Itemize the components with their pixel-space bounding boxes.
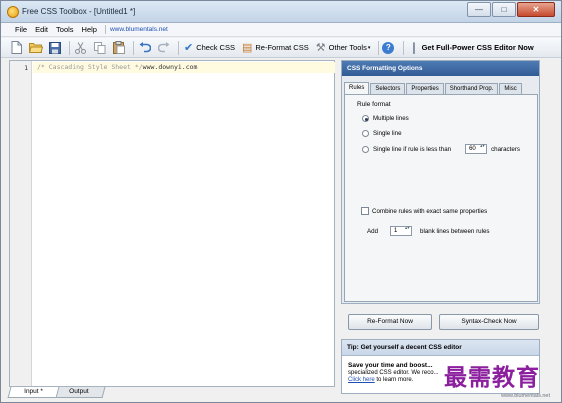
get-editor-label: Get Full-Power CSS Editor Now — [421, 43, 534, 52]
tab-rules[interactable]: Rules — [344, 82, 370, 94]
open-folder-icon[interactable] — [28, 40, 43, 55]
menu-divider — [104, 25, 106, 34]
tab-misc[interactable]: Misc — [499, 83, 522, 94]
tip-header: Tip: Get yourself a decent CSS editor — [342, 340, 539, 356]
title-bar[interactable]: Free CSS Toolbox - [Untitled1 *] — □ ✕ — [1, 1, 561, 23]
dropdown-arrow-icon: ▾ — [367, 44, 371, 51]
menu-help[interactable]: Help — [78, 25, 101, 34]
single-line-if-label: Single line if rule is less than — [373, 145, 452, 153]
get-editor-button[interactable]: ❘ Get Full-Power CSS Editor Now — [407, 40, 535, 56]
window-title: Free CSS Toolbox - [Untitled1 *] — [22, 7, 136, 16]
formatting-options-panel: CSS Formatting Options Rules Selectors P… — [341, 60, 540, 304]
app-window: Free CSS Toolbox - [Untitled1 *] — □ ✕ F… — [0, 0, 562, 403]
status-bar: www.blumentals.net — [341, 393, 560, 402]
maximize-button[interactable]: □ — [492, 2, 516, 17]
option-single-line[interactable]: Single line — [362, 130, 402, 137]
toolbar-divider — [403, 40, 405, 55]
code-url: www.downyi.com — [142, 63, 198, 71]
menu-file[interactable]: File — [11, 25, 31, 34]
blank-lines-label: blank lines between rules — [420, 227, 490, 235]
option-multiple-lines[interactable]: Multiple lines — [362, 115, 409, 122]
menu-tools[interactable]: Tools — [52, 25, 78, 34]
single-line-label: Single line — [373, 130, 402, 137]
line-gutter: 1 — [10, 61, 32, 386]
combine-rules-row[interactable]: Combine rules with exact same properties — [361, 207, 487, 215]
options-tabs: Rules Selectors Properties Shorthand Pro… — [344, 82, 523, 94]
undo-icon[interactable] — [137, 40, 152, 55]
reformat-css-label: Re-Format CSS — [255, 43, 309, 52]
toolbar-divider — [378, 40, 380, 55]
panel-title: CSS Formatting Options — [342, 61, 539, 76]
radio-single-line[interactable] — [362, 130, 369, 137]
minimize-button[interactable]: — — [467, 2, 491, 17]
website-link[interactable]: www.blumentals.net — [110, 26, 168, 33]
check-css-label: Check CSS — [196, 43, 235, 52]
add-label: Add — [367, 227, 379, 235]
toolbar-divider — [178, 40, 179, 55]
check-css-button[interactable]: ✔ Check CSS — [182, 40, 237, 56]
tip-link[interactable]: Click here — [348, 377, 375, 383]
toolbar-divider — [69, 40, 70, 55]
tab-selectors[interactable]: Selectors — [370, 83, 406, 94]
editor-tabs: Input * Output — [7, 387, 105, 399]
cut-icon[interactable] — [73, 40, 88, 55]
editor-icon: ❘ — [409, 42, 419, 54]
tools-icon: ⚒ — [315, 42, 326, 54]
menu-bar: File Edit Tools Help www.blumentals.net — [1, 23, 561, 37]
menu-edit[interactable]: Edit — [31, 25, 52, 34]
window-controls: — □ ✕ — [467, 2, 555, 17]
other-tools-button[interactable]: ⚒ Other Tools ▾ — [314, 40, 373, 56]
document-icon: ▤ — [241, 42, 253, 54]
blank-lines-row: Add 1 blank lines between rules — [367, 226, 490, 236]
characters-label: characters — [491, 145, 520, 153]
tab-properties[interactable]: Properties — [406, 83, 444, 94]
new-file-icon[interactable] — [9, 40, 24, 55]
paste-icon[interactable] — [111, 40, 126, 55]
rule-format-label: Rule format — [357, 101, 391, 108]
code-comment: /* Cascading Style Sheet */ — [37, 63, 143, 71]
line-number: 1 — [24, 64, 28, 72]
rules-tab-content: Rule format Multiple lines Single line S… — [344, 94, 538, 302]
toolbar-divider — [133, 40, 134, 55]
tab-output-label: Output — [68, 388, 89, 395]
tab-output[interactable]: Output — [52, 387, 105, 398]
blank-lines-stepper[interactable]: 1 — [390, 226, 413, 236]
code-line[interactable]: /* Cascading Style Sheet */www.downyi.co… — [33, 62, 335, 73]
help-icon[interactable]: ? — [382, 41, 395, 54]
characters-stepper[interactable]: 60 — [465, 144, 488, 154]
radio-multiple-lines[interactable] — [362, 115, 369, 122]
watermark: 最需教育 — [444, 365, 540, 391]
status-url: www.blumentals.net — [501, 393, 550, 399]
save-icon[interactable] — [47, 40, 62, 55]
toolbar: ✔ Check CSS ▤ Re-Format CSS ⚒ Other Tool… — [1, 38, 561, 58]
reformat-css-button[interactable]: ▤ Re-Format CSS — [240, 40, 311, 56]
tip-link-suffix: to learn more. — [374, 377, 414, 383]
option-single-line-if[interactable]: Single line if rule is less than 60 char… — [362, 144, 520, 154]
reformat-now-button[interactable]: Re-Format Now — [348, 314, 432, 330]
multiple-lines-label: Multiple lines — [373, 115, 409, 122]
copy-icon[interactable] — [92, 40, 107, 55]
radio-single-line-if[interactable] — [362, 145, 369, 153]
other-tools-label: Other Tools — [328, 43, 367, 52]
combine-rules-label: Combine rules with exact same properties — [372, 207, 488, 215]
tab-shorthand[interactable]: Shorthand Prop. — [444, 83, 499, 94]
syntax-check-button[interactable]: Syntax-Check Now — [439, 314, 539, 330]
app-logo-icon — [7, 6, 19, 18]
checkmark-icon: ✔ — [184, 42, 194, 54]
combine-rules-checkbox[interactable] — [361, 207, 369, 215]
close-button[interactable]: ✕ — [517, 2, 555, 17]
tab-input[interactable]: Input * — [7, 387, 60, 398]
code-editor[interactable]: 1 /* Cascading Style Sheet */www.downyi.… — [9, 60, 335, 387]
redo-icon[interactable] — [156, 40, 171, 55]
tab-input-label: Input * — [24, 388, 43, 395]
